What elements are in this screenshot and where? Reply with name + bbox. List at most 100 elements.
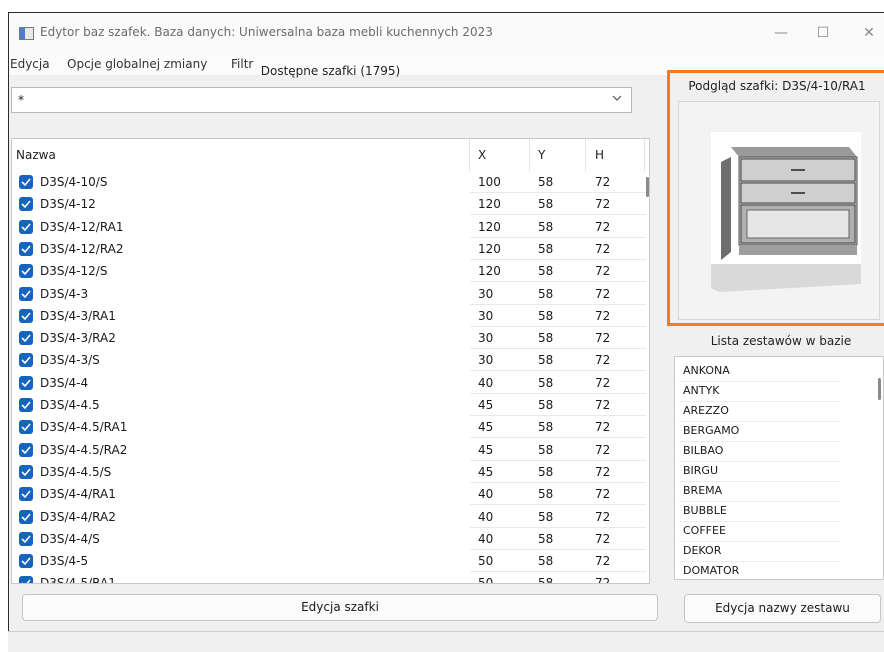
checkmark-icon (21, 312, 31, 321)
cell-y: 58 (538, 532, 554, 546)
row-checkbox[interactable] (19, 220, 33, 234)
column-header-name[interactable]: Nazwa (16, 148, 56, 162)
row-checkbox[interactable] (19, 197, 33, 211)
sets-list[interactable]: ANKONA ANTYK AREZZO BERGAMO BILBAO BIRGU BREMA… (674, 356, 884, 580)
set-list-item[interactable]: BIRGU (683, 464, 718, 477)
sets-scrollbar-thumb[interactable] (878, 378, 881, 400)
cell-h: 72 (595, 398, 611, 412)
cell-y: 58 (538, 510, 554, 524)
cell-y: 58 (538, 487, 554, 501)
row-checkbox[interactable] (19, 398, 33, 412)
cabinet-3d-preview-image (711, 132, 861, 292)
cell-name: D3S/4-3/RA1 (40, 309, 116, 323)
row-checkbox[interactable] (19, 465, 33, 479)
edit-cabinet-button[interactable]: Edycja szafki (22, 594, 658, 621)
window-top-edge (8, 0, 884, 12)
cell-x: 30 (478, 309, 494, 323)
set-list-item[interactable]: AREZZO (683, 404, 729, 417)
table-row[interactable]: D3S/4-10/S 100 58 72 (12, 171, 649, 193)
table-row[interactable]: D3S/4-4.5/RA2 45 58 72 (12, 439, 649, 461)
set-list-item[interactable]: ANKONA (683, 364, 730, 377)
table-row[interactable]: D3S/4-4/S 40 58 72 (12, 528, 649, 550)
cell-x: 40 (478, 487, 494, 501)
table-row[interactable]: D3S/4-4/RA2 40 58 72 (12, 506, 649, 528)
cell-x: 45 (478, 443, 494, 457)
set-list-item[interactable]: BERGAMO (683, 424, 739, 437)
row-checkbox[interactable] (19, 175, 33, 189)
table-row[interactable]: D3S/4-12/S 120 58 72 (12, 260, 649, 282)
cabinets-table[interactable]: Nazwa X Y H D3S/4-10/S 100 58 72 D3S/4-12 120… (11, 138, 650, 584)
chevron-down-icon[interactable] (611, 92, 623, 107)
table-row[interactable]: D3S/4-4/RA1 40 58 72 (12, 483, 649, 505)
set-list-item[interactable]: BREMA (683, 484, 722, 497)
cell-name: D3S/4-12/RA1 (40, 220, 124, 234)
checkmark-icon (21, 267, 31, 276)
app-icon (19, 27, 34, 40)
row-checkbox[interactable] (19, 287, 33, 301)
row-checkbox[interactable] (19, 576, 33, 583)
cell-name: D3S/4-4.5 (40, 398, 100, 412)
row-checkbox[interactable] (19, 309, 33, 323)
row-checkbox[interactable] (19, 420, 33, 434)
table-row[interactable]: D3S/4-5 50 58 72 (12, 550, 649, 572)
table-row[interactable]: D3S/4-4.5 45 58 72 (12, 394, 649, 416)
row-checkbox[interactable] (19, 554, 33, 568)
column-header-h[interactable]: H (595, 148, 604, 162)
cell-h: 72 (595, 487, 611, 501)
table-row[interactable]: D3S/4-3/S 30 58 72 (12, 349, 649, 371)
checkmark-icon (21, 178, 31, 187)
cell-y: 58 (538, 264, 554, 278)
cell-x: 100 (478, 175, 501, 189)
filter-combobox[interactable]: * (11, 87, 632, 113)
set-list-item[interactable]: BILBAO (683, 444, 723, 457)
column-header-x[interactable]: X (478, 148, 486, 162)
row-checkbox[interactable] (19, 242, 33, 256)
set-list-item[interactable]: DOMATOR (683, 564, 739, 577)
cell-x: 30 (478, 287, 494, 301)
row-checkbox[interactable] (19, 510, 33, 524)
table-row[interactable]: D3S/4-3/RA1 30 58 72 (12, 305, 649, 327)
set-list-item[interactable]: COFFEE (683, 524, 726, 537)
column-header-y[interactable]: Y (538, 148, 545, 162)
row-checkbox[interactable] (19, 331, 33, 345)
table-scrollbar-thumb[interactable] (646, 177, 649, 197)
table-row[interactable]: D3S/4-4.5/S 45 58 72 (12, 461, 649, 483)
set-list-item[interactable]: DEKOR (683, 544, 721, 557)
row-checkbox[interactable] (19, 443, 33, 457)
table-row[interactable]: D3S/4-3 30 58 72 (12, 283, 649, 305)
table-row[interactable]: D3S/4-3/RA2 30 58 72 (12, 327, 649, 349)
column-divider (529, 139, 530, 171)
table-row[interactable]: D3S/4-4.5/RA1 45 58 72 (12, 416, 649, 438)
row-checkbox[interactable] (19, 487, 33, 501)
cell-name: D3S/4-5 (40, 554, 89, 568)
maximize-button[interactable]: ☐ (803, 21, 843, 45)
cell-h: 72 (595, 287, 611, 301)
minimize-button[interactable]: — (761, 21, 801, 45)
preview-image-area (678, 101, 880, 320)
row-checkbox[interactable] (19, 532, 33, 546)
checkmark-icon (21, 490, 31, 499)
edit-set-name-button[interactable]: Edycja nazwy zestawu (684, 594, 881, 623)
table-row[interactable]: D3S/4-4 40 58 72 (12, 372, 649, 394)
table-row[interactable]: D3S/4-12/RA2 120 58 72 (12, 238, 649, 260)
cell-x: 120 (478, 220, 501, 234)
cell-x: 45 (478, 398, 494, 412)
set-list-item[interactable]: ANTYK (683, 384, 719, 397)
row-checkbox[interactable] (19, 376, 33, 390)
cell-y: 58 (538, 309, 554, 323)
table-header: Nazwa X Y H (12, 139, 649, 171)
row-checkbox[interactable] (19, 353, 33, 367)
table-row[interactable]: D3S/4-12 120 58 72 (12, 193, 649, 215)
cell-name: D3S/4-4.5/RA1 (40, 420, 128, 434)
cell-name: D3S/4-4/RA2 (40, 510, 116, 524)
table-row[interactable]: D3S/4-5/RA1 50 58 72 (12, 572, 649, 583)
close-button[interactable]: ✕ (849, 21, 884, 45)
checkmark-icon (21, 379, 31, 388)
cell-x: 30 (478, 353, 494, 367)
set-list-item[interactable]: BUBBLE (683, 504, 727, 517)
checkmark-icon (21, 423, 31, 432)
table-row[interactable]: D3S/4-12/RA1 120 58 72 (12, 216, 649, 238)
available-cabinets-title: Dostępne szafki (1795) (260, 64, 401, 78)
cell-name: D3S/4-4.5/S (40, 465, 112, 479)
row-checkbox[interactable] (19, 264, 33, 278)
